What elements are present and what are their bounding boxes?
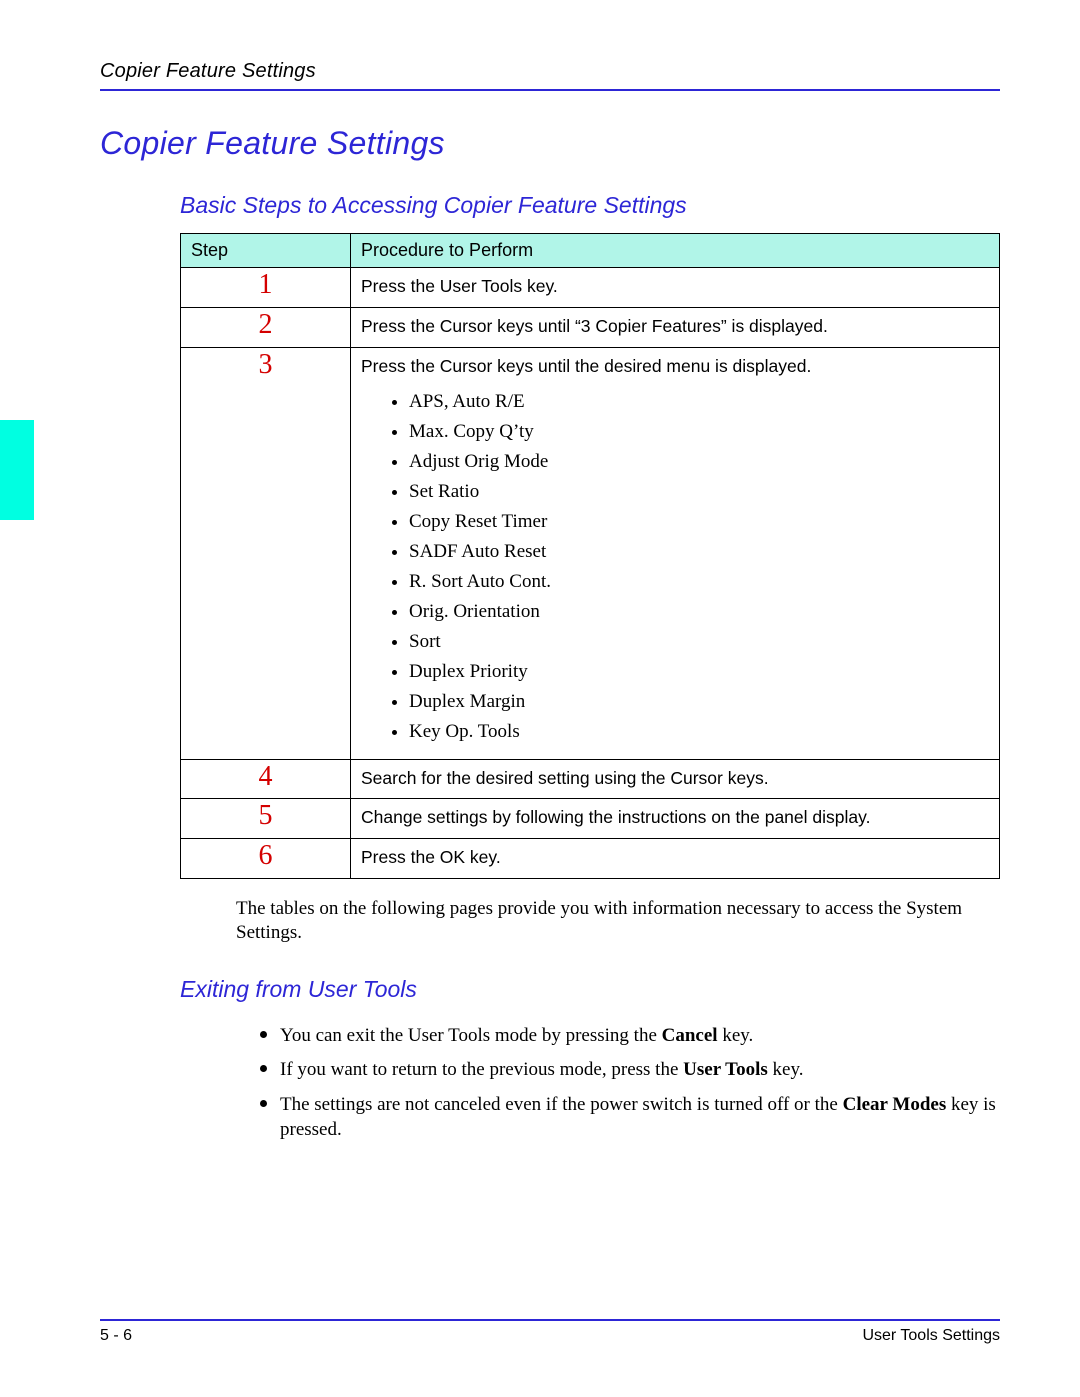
page-title: Copier Feature Settings bbox=[100, 125, 1000, 162]
procedure-text: Press the User Tools key. bbox=[361, 272, 989, 299]
bold-text: User Tools bbox=[683, 1059, 768, 1080]
step-procedure: Press the User Tools key. bbox=[351, 268, 1000, 308]
footer-rule bbox=[100, 1319, 1000, 1321]
page-number: 5 - 6 bbox=[100, 1327, 132, 1345]
bullet-text: key. bbox=[768, 1059, 804, 1080]
bullet-text: You can exit the User Tools mode by pres… bbox=[280, 1025, 662, 1046]
list-item: Copy Reset Timer bbox=[409, 507, 989, 537]
list-item: SADF Auto Reset bbox=[409, 537, 989, 567]
step-number: 3 bbox=[181, 347, 351, 759]
procedure-text: Press the OK key. bbox=[361, 843, 989, 870]
col-procedure: Procedure to Perform bbox=[351, 234, 1000, 268]
footer-row: 5 - 6 User Tools Settings bbox=[100, 1327, 1000, 1345]
list-item: The settings are not canceled even if th… bbox=[280, 1086, 1000, 1145]
list-item: Set Ratio bbox=[409, 477, 989, 507]
step-number: 1 bbox=[181, 268, 351, 308]
content-block: Basic Steps to Accessing Copier Feature … bbox=[180, 192, 1000, 1145]
step-number: 2 bbox=[181, 307, 351, 347]
procedure-text: Press the Cursor keys until “3 Copier Fe… bbox=[361, 312, 989, 339]
bold-text: Cancel bbox=[662, 1025, 718, 1046]
step-procedure: Search for the desired setting using the… bbox=[351, 759, 1000, 799]
page-footer: 5 - 6 User Tools Settings bbox=[100, 1319, 1000, 1345]
procedure-text: Search for the desired setting using the… bbox=[361, 764, 989, 791]
list-item: Adjust Orig Mode bbox=[409, 447, 989, 477]
section-heading-exiting: Exiting from User Tools bbox=[180, 976, 1000, 1003]
list-item: You can exit the User Tools mode by pres… bbox=[280, 1017, 1000, 1052]
list-item: Sort bbox=[409, 627, 989, 657]
table-row: 4 Search for the desired setting using t… bbox=[181, 759, 1000, 799]
table-row: 3 Press the Cursor keys until the desire… bbox=[181, 347, 1000, 759]
table-row: 1 Press the User Tools key. bbox=[181, 268, 1000, 308]
document-page: Copier Feature Settings Copier Feature S… bbox=[0, 0, 1080, 1397]
procedure-text: Press the Cursor keys until the desired … bbox=[361, 352, 989, 379]
bullet-text: key. bbox=[718, 1025, 754, 1046]
menu-list: APS, Auto R/E Max. Copy Q’ty Adjust Orig… bbox=[409, 387, 989, 747]
step-procedure: Press the OK key. bbox=[351, 839, 1000, 879]
table-row: 5 Change settings by following the instr… bbox=[181, 799, 1000, 839]
section-heading-basic-steps: Basic Steps to Accessing Copier Feature … bbox=[180, 192, 1000, 219]
exit-list: You can exit the User Tools mode by pres… bbox=[280, 1017, 1000, 1146]
table-row: 2 Press the Cursor keys until “3 Copier … bbox=[181, 307, 1000, 347]
list-item: Orig. Orientation bbox=[409, 597, 989, 627]
list-item: Max. Copy Q’ty bbox=[409, 417, 989, 447]
list-item: APS, Auto R/E bbox=[409, 387, 989, 417]
bold-text: Clear Modes bbox=[843, 1094, 947, 1115]
body-paragraph: The tables on the following pages provid… bbox=[236, 897, 1000, 946]
list-item: Duplex Margin bbox=[409, 687, 989, 717]
step-number: 5 bbox=[181, 799, 351, 839]
step-procedure: Press the Cursor keys until the desired … bbox=[351, 347, 1000, 759]
section-name: User Tools Settings bbox=[862, 1327, 1000, 1345]
bullet-text: The settings are not canceled even if th… bbox=[280, 1094, 843, 1115]
list-item: R. Sort Auto Cont. bbox=[409, 567, 989, 597]
steps-table: Step Procedure to Perform 1 Press the Us… bbox=[180, 233, 1000, 879]
procedure-text: Change settings by following the instruc… bbox=[361, 803, 989, 830]
step-procedure: Change settings by following the instruc… bbox=[351, 799, 1000, 839]
section-tab bbox=[0, 420, 34, 520]
step-number: 4 bbox=[181, 759, 351, 799]
table-row: 6 Press the OK key. bbox=[181, 839, 1000, 879]
list-item: If you want to return to the previous mo… bbox=[280, 1051, 1000, 1086]
list-item: Duplex Priority bbox=[409, 657, 989, 687]
bullet-text: If you want to return to the previous mo… bbox=[280, 1059, 683, 1080]
header-rule bbox=[100, 89, 1000, 91]
col-step: Step bbox=[181, 234, 351, 268]
running-header: Copier Feature Settings bbox=[100, 60, 1000, 89]
list-item: Key Op. Tools bbox=[409, 717, 989, 747]
step-number: 6 bbox=[181, 839, 351, 879]
step-procedure: Press the Cursor keys until “3 Copier Fe… bbox=[351, 307, 1000, 347]
table-header-row: Step Procedure to Perform bbox=[181, 234, 1000, 268]
